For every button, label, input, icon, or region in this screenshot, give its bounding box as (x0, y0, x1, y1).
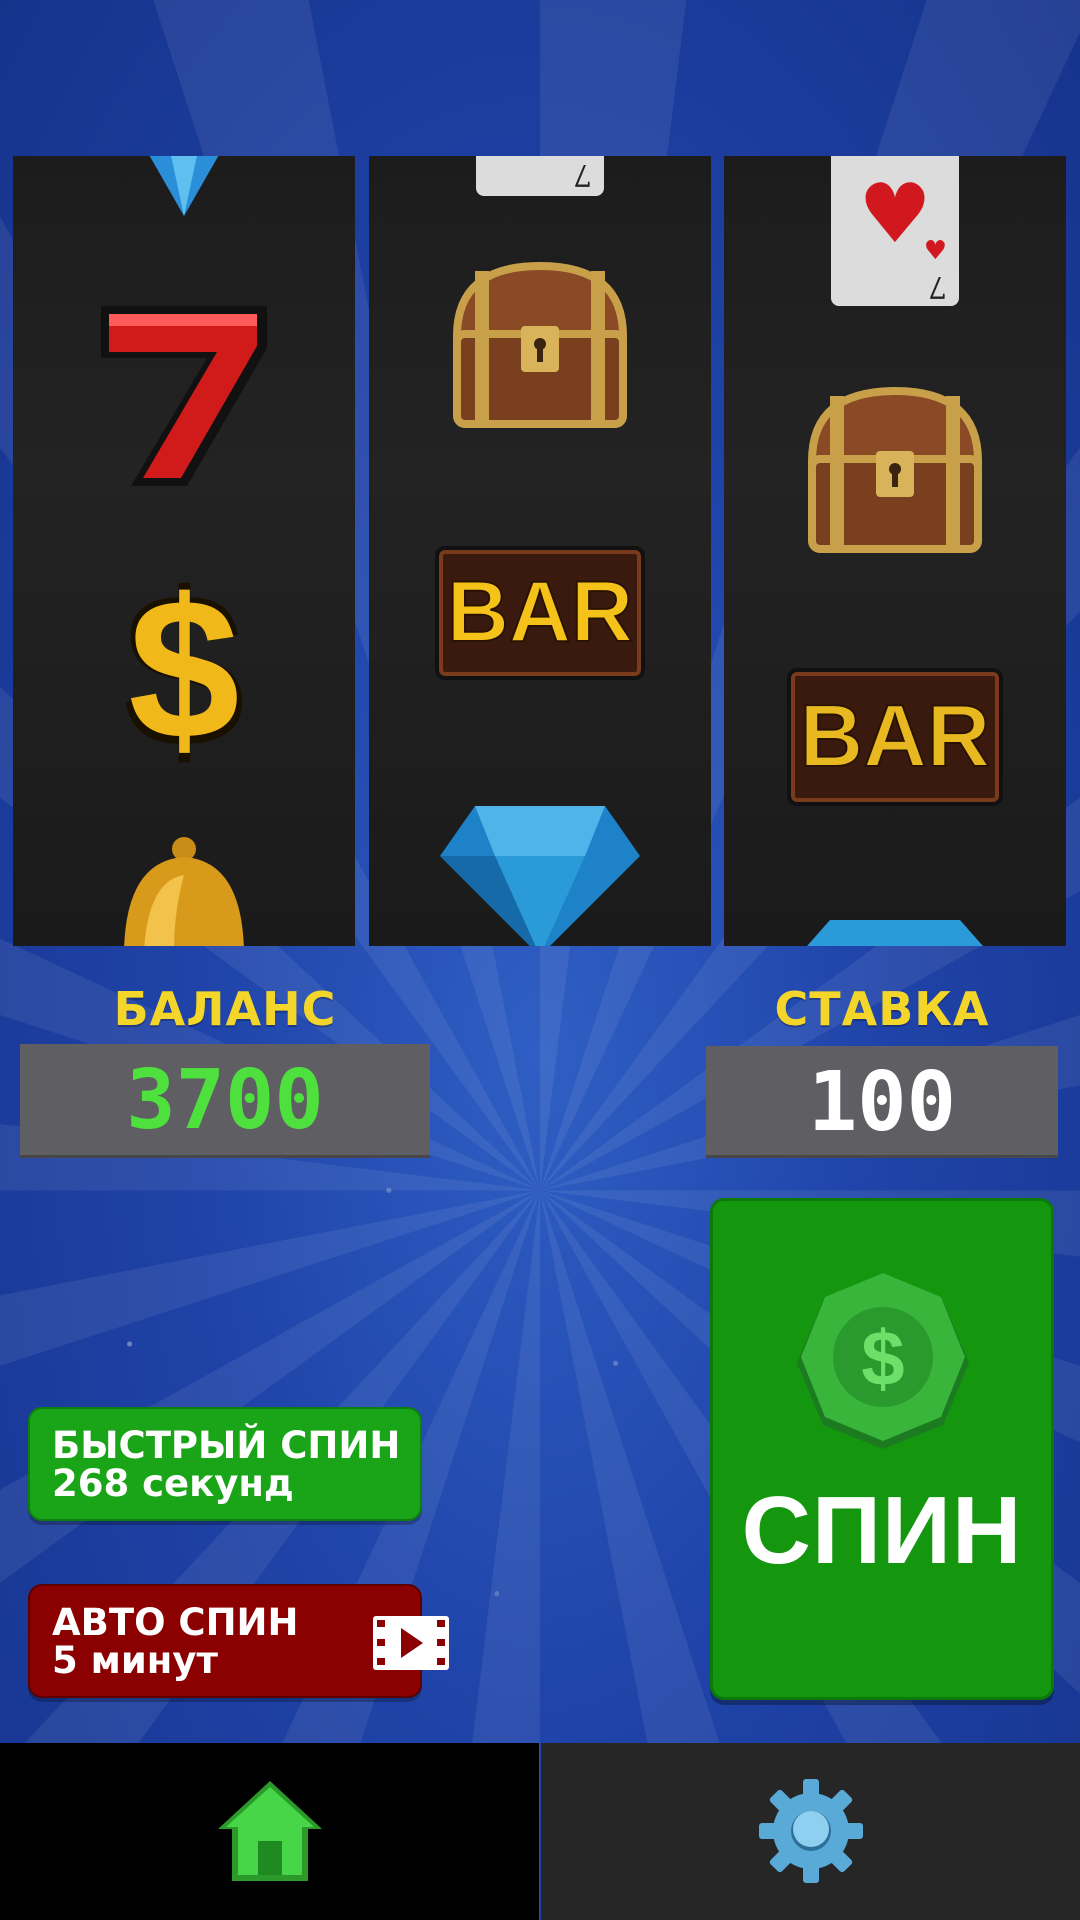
card-rank: 7 (572, 157, 592, 192)
svg-text:$: $ (861, 1314, 904, 1402)
playing-card-hearts: ♥ ♥ 7 (831, 156, 959, 306)
playing-card: 7 (476, 156, 604, 196)
balance-label: БАЛАНС (113, 982, 337, 1036)
bet-value[interactable]: 100 (706, 1046, 1058, 1158)
quick-spin-title: БЫСТРЫЙ СПИН (52, 1424, 401, 1467)
quick-spin-button[interactable]: БЫСТРЫЙ СПИН 268 секунд (28, 1407, 422, 1521)
dollar-symbol: $ $ (123, 556, 245, 766)
reel-3: ♥ ♥ 7 BAR (724, 156, 1066, 946)
diamond-symbol (440, 806, 640, 946)
spin-label: СПИН (741, 1477, 1023, 1584)
card-rank: 7 (927, 269, 947, 304)
svg-text:$: $ (128, 558, 239, 766)
treasure-chest-symbol (807, 386, 983, 553)
reel-1: $ $ (13, 156, 355, 946)
bell-symbol (124, 837, 244, 946)
gear-icon (759, 1779, 863, 1883)
bar-text: BAR (446, 563, 634, 661)
bar-text: BAR (799, 685, 992, 786)
slot-reels: $ $ 7 BAR ♥ ♥ 7 BAR (13, 156, 1067, 946)
bet-label: СТАВКА (774, 982, 990, 1036)
dollar-coin-icon: $ (797, 1273, 969, 1449)
diamond-symbol (149, 156, 219, 216)
diamond-symbol (807, 920, 983, 946)
auto-spin-title: АВТО СПИН (52, 1601, 299, 1644)
spin-button[interactable]: $ СПИН (710, 1198, 1054, 1700)
reel-2: 7 BAR (369, 156, 711, 946)
bar-symbol: BAR (787, 668, 1003, 806)
auto-spin-duration: 5 минут (52, 1639, 218, 1682)
heart-small-icon: ♥ (923, 236, 947, 266)
balance-value: 3700 (20, 1044, 430, 1158)
tab-settings[interactable] (541, 1743, 1080, 1920)
quick-spin-timer: 268 секунд (52, 1462, 294, 1505)
bottom-tab-bar (0, 1743, 1080, 1920)
auto-spin-button[interactable]: АВТО СПИН 5 минут (28, 1584, 422, 1698)
seven-symbol (101, 306, 267, 486)
home-icon (218, 1781, 322, 1881)
video-icon[interactable] (371, 1614, 451, 1672)
tab-home[interactable] (0, 1743, 539, 1920)
treasure-chest-symbol (452, 261, 628, 428)
bar-symbol: BAR (435, 546, 645, 680)
